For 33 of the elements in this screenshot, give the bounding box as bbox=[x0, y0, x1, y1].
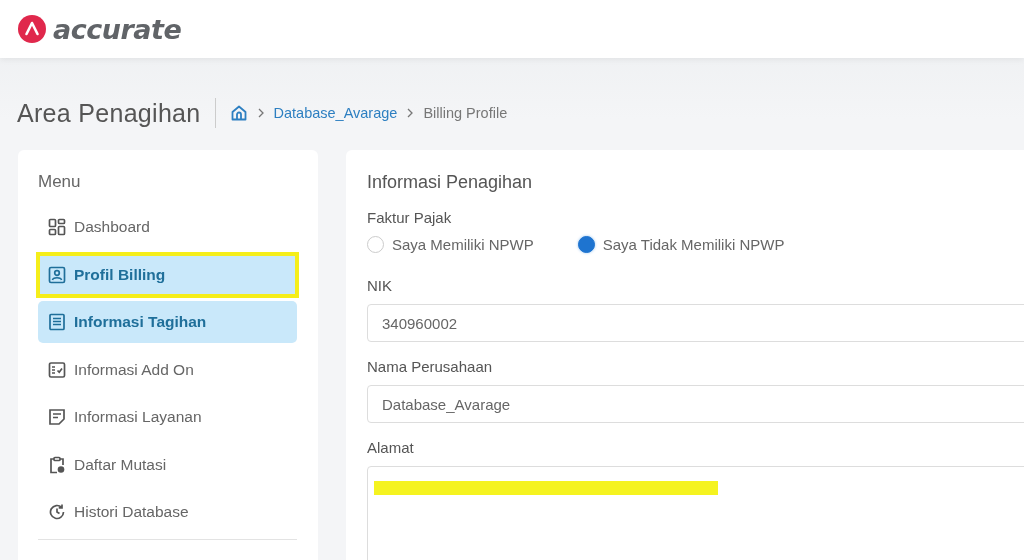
field-label: NIK bbox=[367, 277, 393, 294]
chevron-icon bbox=[257, 108, 264, 118]
menu-item[interactable]: Informasi Add On bbox=[38, 348, 297, 391]
menu-item[interactable]: Informasi Tagihan bbox=[38, 301, 297, 343]
chevron-icon bbox=[407, 108, 414, 118]
menu-item[interactable]: Profil Billing bbox=[38, 253, 297, 296]
section-title: Informasi Penagihan bbox=[367, 172, 534, 193]
page-title: Area Penagihan bbox=[17, 98, 201, 128]
input-field[interactable]: Database_Avarage bbox=[367, 385, 1024, 423]
menu-item[interactable]: Daftar Mutasi bbox=[38, 443, 297, 486]
field-label: Nama Perusahaan bbox=[367, 358, 494, 375]
home-icon[interactable] bbox=[229, 104, 248, 122]
field-label: Alamat bbox=[367, 439, 415, 456]
breadcrumb-current: Billing Profile bbox=[423, 105, 508, 121]
logo-icon bbox=[17, 14, 47, 44]
radio-option[interactable]: Saya Tidak Memiliki NPWP bbox=[577, 236, 785, 253]
breadcrumb-link[interactable]: Database_Avarage bbox=[273, 105, 398, 121]
radio-option[interactable]: Saya Memiliki NPWP bbox=[367, 236, 534, 253]
history-icon bbox=[48, 503, 66, 521]
clipboard-icon bbox=[48, 455, 66, 474]
profile-card-icon bbox=[48, 265, 66, 284]
menu-title: Menu bbox=[38, 172, 82, 192]
checklist-icon bbox=[48, 360, 66, 379]
menu-item[interactable]: Informasi Layanan bbox=[38, 396, 297, 438]
grid-icon bbox=[48, 218, 66, 236]
address-field[interactable] bbox=[367, 466, 1024, 560]
field-label: Faktur Pajak bbox=[367, 209, 453, 226]
receipt-icon bbox=[48, 313, 66, 331]
input-field[interactable]: 340960002 bbox=[367, 304, 1024, 342]
brand-name: accurate bbox=[53, 13, 182, 45]
menu-item[interactable]: Dashboard bbox=[38, 206, 297, 248]
menu-item[interactable]: Histori Database bbox=[38, 491, 297, 533]
note-icon bbox=[48, 408, 66, 426]
